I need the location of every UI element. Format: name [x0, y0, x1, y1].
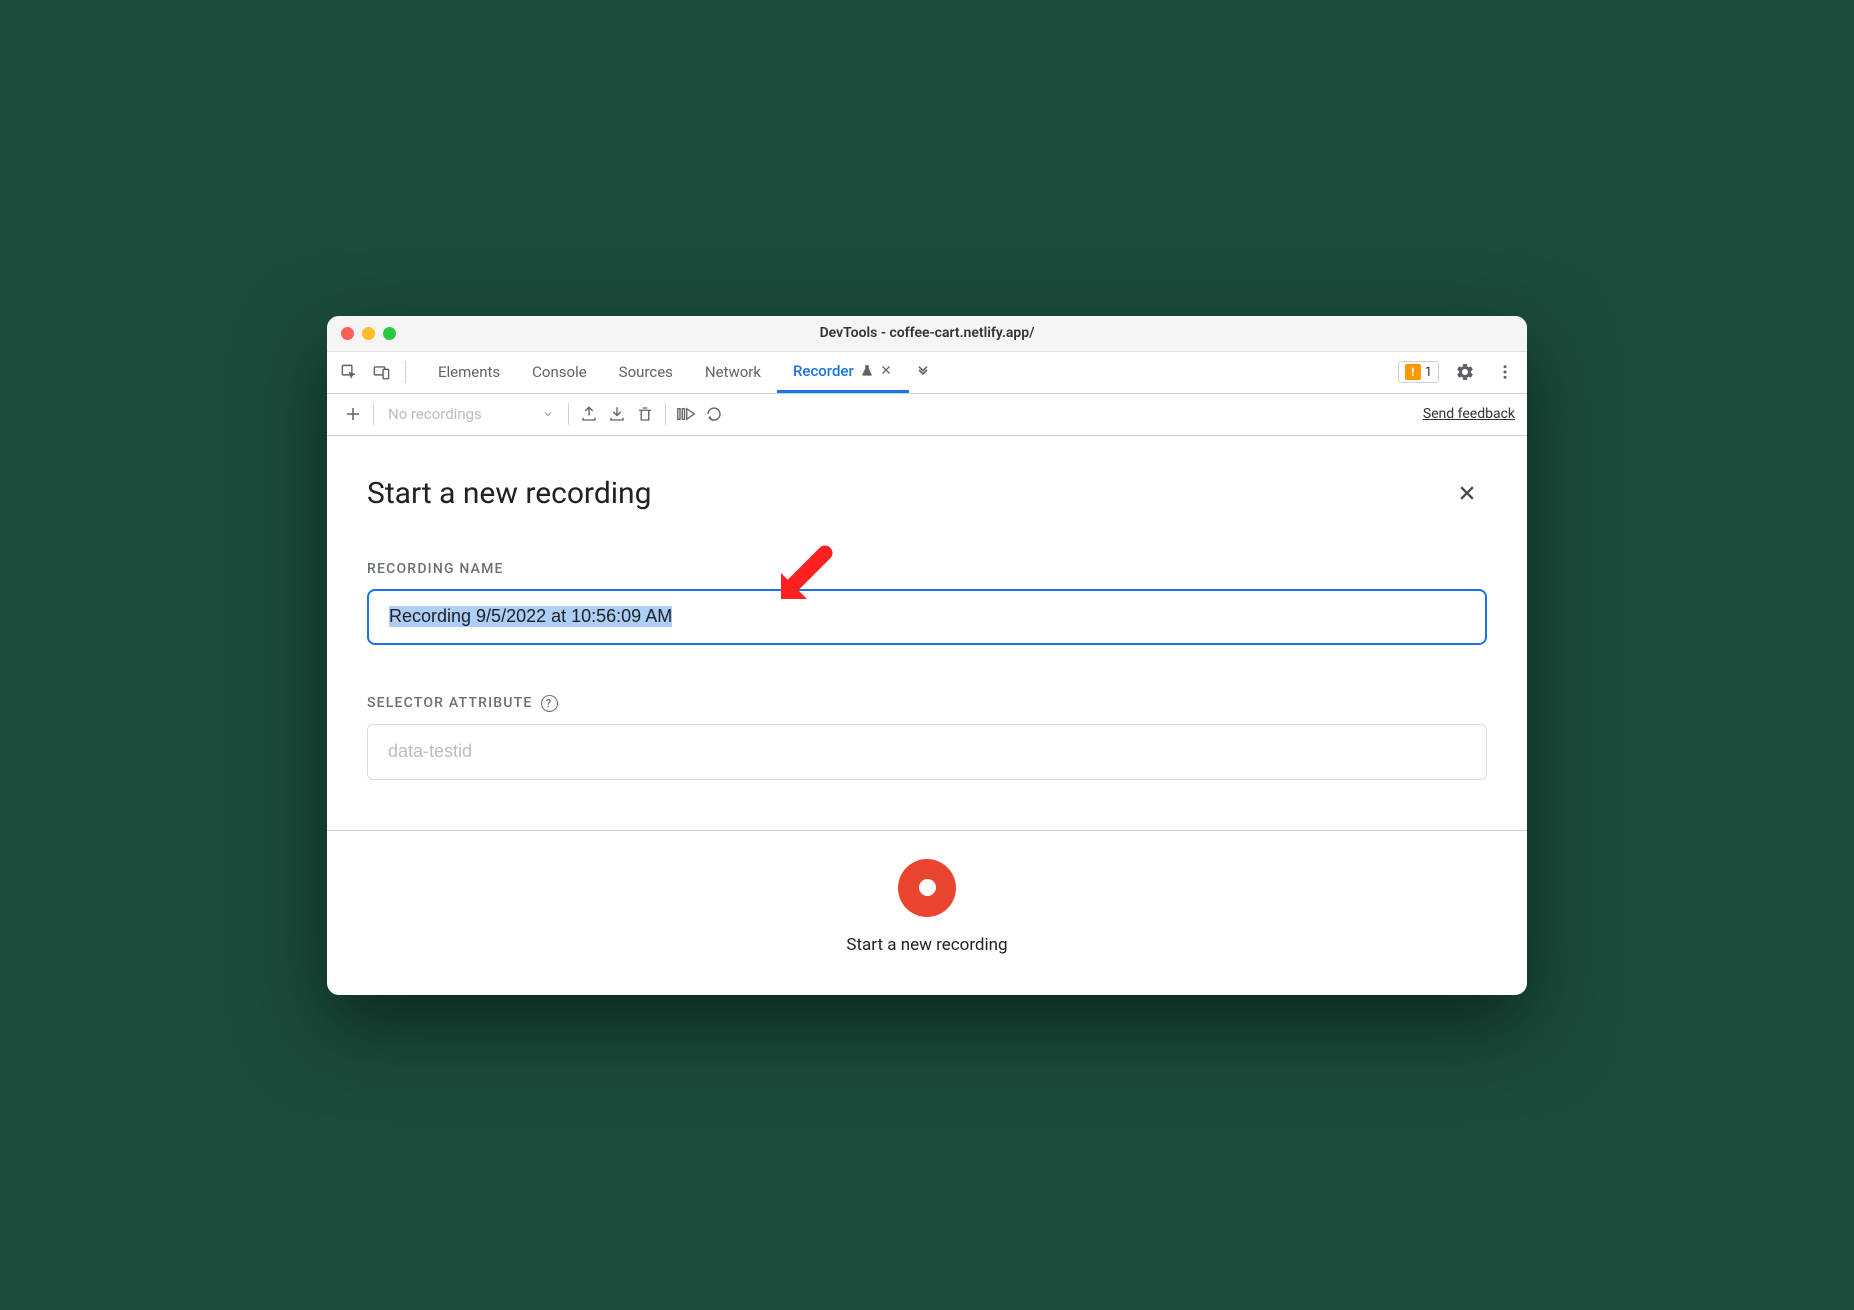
- device-toggle-icon[interactable]: [367, 358, 395, 386]
- tab-elements[interactable]: Elements: [422, 351, 516, 393]
- record-icon: [919, 879, 936, 896]
- more-tabs-icon[interactable]: [909, 358, 937, 386]
- send-feedback-link[interactable]: Send feedback: [1423, 406, 1515, 422]
- delete-icon[interactable]: [631, 400, 659, 428]
- tabbar-divider: [405, 361, 406, 383]
- tab-network[interactable]: Network: [689, 351, 777, 393]
- flask-icon: [860, 364, 874, 378]
- warning-icon: !: [1405, 364, 1421, 380]
- selector-attribute-field: SELECTOR ATTRIBUTE ?: [367, 695, 1487, 780]
- tabbar-right: ! 1: [1398, 358, 1519, 386]
- settings-icon[interactable]: [1451, 358, 1479, 386]
- more-menu-icon[interactable]: [1491, 358, 1519, 386]
- warnings-badge[interactable]: ! 1: [1398, 361, 1439, 383]
- window-title: DevTools - coffee-cart.netlify.app/: [327, 325, 1527, 341]
- selector-attribute-label: SELECTOR ATTRIBUTE ?: [367, 695, 1487, 712]
- recordings-dropdown-label: No recordings: [388, 405, 482, 423]
- devtools-window: DevTools - coffee-cart.netlify.app/ Elem…: [327, 316, 1527, 995]
- recording-name-label: RECORDING NAME: [367, 561, 1487, 577]
- selector-attribute-input[interactable]: [367, 724, 1487, 780]
- chevron-down-icon: [542, 408, 554, 420]
- step-play-icon[interactable]: [672, 400, 700, 428]
- tabbar: Elements Console Sources Network Recorde…: [327, 352, 1527, 394]
- export-icon[interactable]: [575, 400, 603, 428]
- close-panel-icon[interactable]: [1457, 483, 1487, 503]
- warnings-count: 1: [1425, 365, 1432, 380]
- toolbar-divider: [568, 403, 569, 425]
- tab-close-icon[interactable]: [880, 364, 893, 377]
- import-icon[interactable]: [603, 400, 631, 428]
- record-button-label: Start a new recording: [846, 935, 1007, 955]
- tab-recorder-label: Recorder: [793, 362, 854, 380]
- inspect-element-icon[interactable]: [335, 358, 363, 386]
- toolbar-divider: [373, 403, 374, 425]
- tabbar-left-tools: [335, 358, 412, 386]
- toolbar-divider: [665, 403, 666, 425]
- bottom-bar: Start a new recording: [327, 830, 1527, 995]
- record-button[interactable]: [898, 859, 956, 917]
- recording-name-input[interactable]: [367, 589, 1487, 645]
- tab-console[interactable]: Console: [516, 351, 603, 393]
- help-icon[interactable]: ?: [541, 695, 558, 712]
- replay-icon[interactable]: [700, 400, 728, 428]
- tabs: Elements Console Sources Network Recorde…: [422, 351, 937, 393]
- recordings-dropdown[interactable]: No recordings: [380, 405, 562, 423]
- add-recording-icon[interactable]: [339, 400, 367, 428]
- tab-sources[interactable]: Sources: [603, 351, 689, 393]
- page-title: Start a new recording: [367, 476, 651, 511]
- recording-name-field: RECORDING NAME: [367, 561, 1487, 645]
- main-panel: Start a new recording RECORDING NAME SEL…: [327, 436, 1527, 780]
- tab-recorder[interactable]: Recorder: [777, 351, 909, 393]
- recorder-toolbar: No recordings: [327, 394, 1527, 436]
- titlebar: DevTools - coffee-cart.netlify.app/: [327, 316, 1527, 352]
